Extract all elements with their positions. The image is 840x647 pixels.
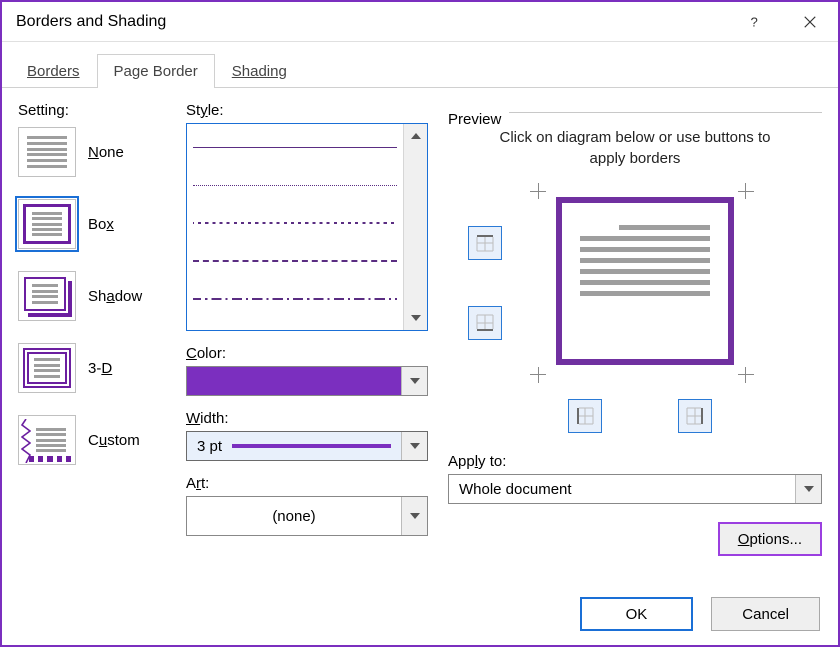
edge-top-button[interactable] (468, 226, 502, 260)
borders-shading-dialog: Borders and Shading ? Borders Page Borde… (0, 0, 840, 647)
tab-shading[interactable]: Shading (215, 54, 304, 88)
setting-box-icon (18, 199, 76, 249)
dialog-title: Borders and Shading (16, 13, 726, 31)
applyto-label: Apply to: (448, 453, 822, 470)
setting-none[interactable]: None (18, 127, 178, 177)
tab-page-border[interactable]: Page Border (97, 54, 215, 88)
applyto-value: Whole document (459, 481, 572, 498)
width-combo[interactable]: 3 pt (186, 431, 428, 461)
chevron-down-icon[interactable] (401, 367, 427, 395)
close-button[interactable] (782, 2, 838, 42)
edge-bottom-button[interactable] (468, 306, 502, 340)
chevron-down-icon[interactable] (795, 475, 821, 503)
help-button[interactable]: ? (726, 2, 782, 42)
art-combo[interactable]: (none) (186, 496, 428, 536)
color-label: Color: (186, 345, 428, 362)
scroll-up-icon[interactable] (404, 124, 427, 148)
style-label: Style: (186, 102, 428, 119)
setting-box[interactable]: Box (18, 199, 178, 249)
preview-diagram[interactable] (532, 183, 752, 383)
setting-shadow[interactable]: Shadow (18, 271, 178, 321)
edge-left-button[interactable] (568, 399, 602, 433)
titlebar: Borders and Shading ? (2, 2, 838, 42)
setting-3d-icon (18, 343, 76, 393)
tab-bar: Borders Page Border Shading (2, 46, 838, 88)
setting-custom-icon (18, 415, 76, 465)
width-label: Width: (186, 410, 428, 427)
chevron-down-icon[interactable] (401, 432, 427, 460)
chevron-down-icon[interactable] (401, 497, 427, 535)
scroll-down-icon[interactable] (404, 306, 427, 330)
style-listbox[interactable] (186, 123, 428, 331)
svg-text:?: ? (751, 15, 758, 29)
ok-button[interactable]: OK (580, 597, 694, 631)
width-sample (232, 444, 391, 448)
art-label: Art: (186, 475, 428, 492)
edge-right-button[interactable] (678, 399, 712, 433)
color-combo[interactable] (186, 366, 428, 396)
tab-borders[interactable]: Borders (10, 54, 97, 88)
setting-none-icon (18, 127, 76, 177)
setting-shadow-icon (18, 271, 76, 321)
width-value: 3 pt (197, 438, 222, 455)
preview-instruction: Click on diagram below or use buttons to… (488, 127, 782, 169)
setting-3d[interactable]: 3-D (18, 343, 178, 393)
applyto-combo[interactable]: Whole document (448, 474, 822, 504)
setting-custom[interactable]: Custom (18, 415, 178, 465)
cancel-button[interactable]: Cancel (711, 597, 820, 631)
setting-label: Setting: (18, 102, 178, 119)
style-scrollbar[interactable] (403, 124, 427, 330)
color-swatch (187, 367, 401, 395)
preview-label: Preview (448, 111, 509, 128)
options-button[interactable]: Options... (718, 522, 822, 556)
art-value: (none) (272, 508, 315, 525)
